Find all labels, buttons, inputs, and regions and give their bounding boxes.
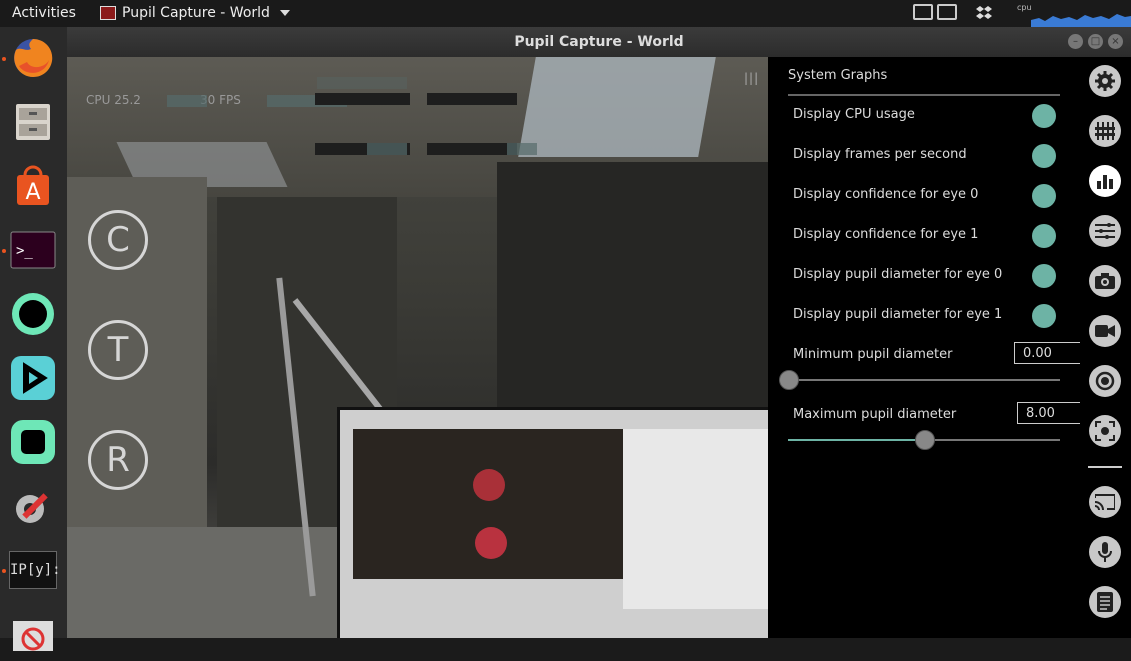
option-label: Display pupil diameter for eye 1 — [793, 307, 1003, 322]
app-icon — [100, 6, 116, 20]
test-button[interactable]: T — [88, 320, 148, 380]
svg-text:A: A — [25, 180, 40, 205]
dock: A >_ IP[y]: — [0, 27, 67, 651]
dock-software-center-icon[interactable]: A — [8, 161, 58, 211]
video-camera-icon[interactable] — [1089, 315, 1121, 347]
option-label: Display frames per second — [793, 147, 967, 162]
record-button[interactable]: R — [88, 430, 148, 490]
running-indicator — [2, 249, 6, 253]
dock-firefox-icon[interactable] — [8, 33, 58, 83]
minimize-button[interactable]: – — [1068, 34, 1083, 49]
option-label: Display confidence for eye 0 — [793, 187, 979, 202]
maximize-button[interactable]: □ — [1088, 34, 1103, 49]
app-menu[interactable]: Pupil Capture - World — [100, 5, 290, 21]
svg-text:>_: >_ — [16, 243, 33, 259]
calibrate-button[interactable]: C — [88, 210, 148, 270]
activities-button[interactable]: Activities — [12, 5, 76, 21]
min-pupil-slider[interactable] — [788, 379, 1060, 381]
sliders-icon[interactable] — [1089, 115, 1121, 147]
toggle-confidence-eye0[interactable] — [1032, 184, 1056, 208]
option-label: Display CPU usage — [793, 107, 915, 122]
display-tray-icon[interactable] — [913, 4, 961, 20]
running-indicator — [2, 57, 6, 61]
gaze-marker — [475, 527, 507, 559]
title-bar: Pupil Capture - World – □ × — [67, 27, 1131, 57]
cast-icon[interactable] — [1089, 486, 1121, 518]
record-icon[interactable] — [1089, 365, 1121, 397]
option-label: Display confidence for eye 1 — [793, 227, 979, 242]
notes-icon[interactable] — [1089, 586, 1121, 618]
max-pupil-label: Maximum pupil diameter — [793, 407, 957, 422]
system-graphs-panel: System Graphs Display CPU usage Display … — [768, 57, 1128, 638]
toggle-fps[interactable] — [1032, 144, 1056, 168]
dropbox-icon[interactable] — [976, 6, 992, 20]
dock-settings-tools-icon[interactable] — [8, 481, 58, 531]
toggle-diameter-eye0[interactable] — [1032, 264, 1056, 288]
focus-capture-icon[interactable] — [1089, 415, 1121, 447]
camera-icon[interactable] — [1089, 265, 1121, 297]
window-title: Pupil Capture - World — [514, 34, 684, 50]
close-button[interactable]: × — [1108, 34, 1123, 49]
world-camera-view[interactable]: CPU 25.2 30 FPS C T R ||| — [67, 57, 768, 638]
dock-ipython-icon[interactable]: IP[y]: — [8, 545, 61, 595]
max-pupil-slider-handle[interactable] — [915, 430, 935, 450]
dock-circle-app-icon[interactable] — [8, 289, 58, 339]
cpu-monitor-label: cpu — [1017, 3, 1032, 12]
dock-play-app-icon[interactable] — [8, 353, 58, 403]
confidence-eye0-graph — [315, 93, 410, 105]
dock-terminal-icon[interactable]: >_ — [8, 225, 58, 275]
toggle-cpu-usage[interactable] — [1032, 104, 1056, 128]
confidence-eye1-graph — [427, 93, 517, 105]
top-bar: Activities Pupil Capture - World cpu — [0, 0, 1131, 27]
toggle-confidence-eye1[interactable] — [1032, 224, 1056, 248]
list-settings-icon[interactable] — [1089, 215, 1121, 247]
chevron-down-icon — [279, 10, 290, 16]
menu-handle-icon[interactable]: ||| — [744, 71, 759, 85]
diameter-eye1-graph — [427, 143, 517, 155]
plugin-icon-bar — [1080, 57, 1131, 638]
gaze-marker — [473, 469, 505, 501]
panel-heading: System Graphs — [788, 68, 888, 83]
ipython-label: IP[y]: — [9, 551, 61, 589]
icon-bar-divider — [1088, 466, 1122, 468]
bar-chart-icon[interactable] — [1089, 165, 1121, 197]
dock-file-cabinet-icon[interactable] — [8, 97, 58, 147]
running-indicator — [2, 569, 6, 573]
pupil-capture-window: Pupil Capture - World – □ × CPU 25.2 30 … — [67, 27, 1131, 638]
min-pupil-slider-handle[interactable] — [779, 370, 799, 390]
microphone-icon[interactable] — [1089, 536, 1121, 568]
min-pupil-label: Minimum pupil diameter — [793, 347, 953, 362]
app-menu-label: Pupil Capture - World — [122, 5, 270, 21]
cpu-usage-readout: CPU 25.2 — [86, 93, 141, 107]
cpu-graph — [167, 95, 207, 107]
dock-square-app-icon[interactable] — [8, 417, 58, 467]
option-label: Display pupil diameter for eye 0 — [793, 267, 1003, 282]
dock-no-entry-icon[interactable] — [8, 611, 58, 661]
gear-icon[interactable] — [1089, 65, 1121, 97]
cpu-monitor-graph — [1031, 14, 1131, 27]
toggle-diameter-eye1[interactable] — [1032, 304, 1056, 328]
